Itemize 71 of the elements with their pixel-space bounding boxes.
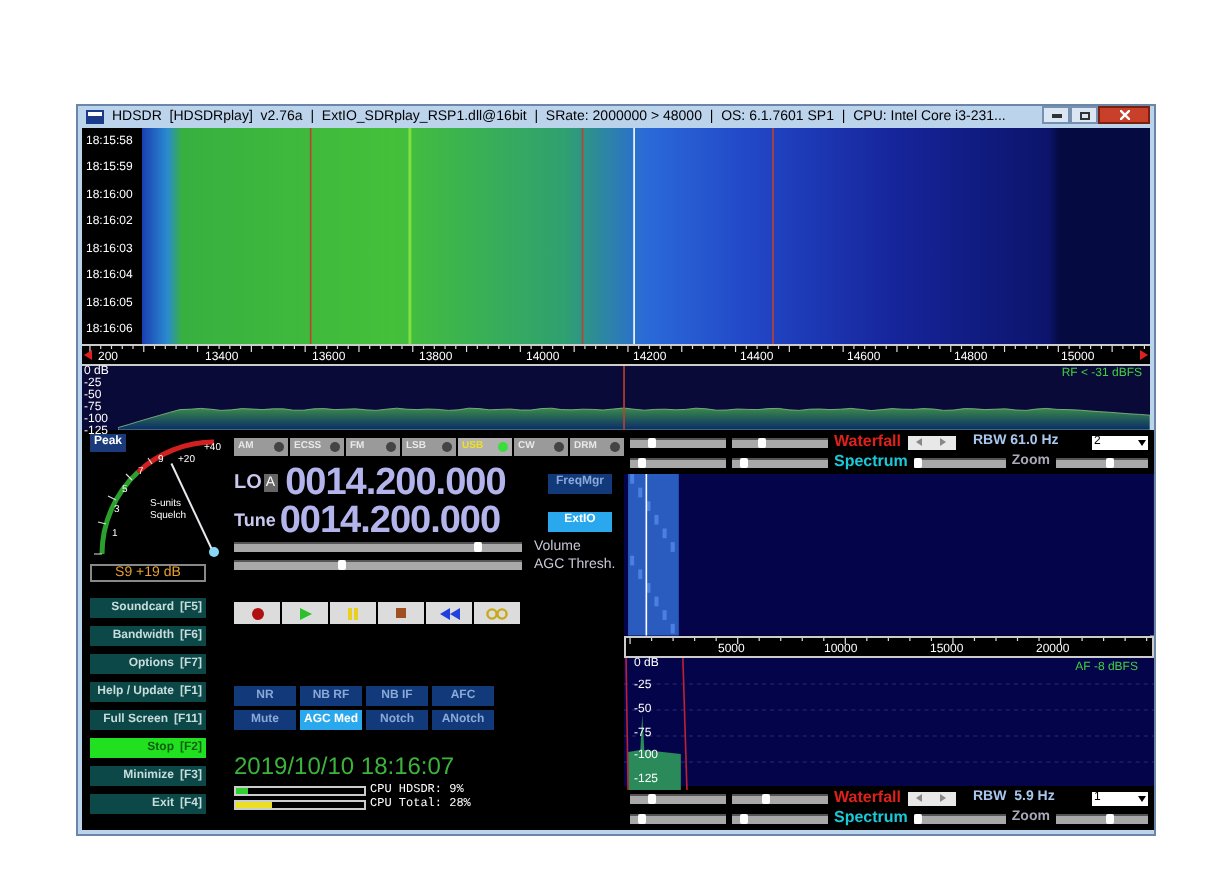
slider[interactable] — [630, 813, 726, 823]
spectrum-label: Spectrum — [834, 454, 908, 470]
app-icon — [86, 110, 104, 124]
tune-label: Tune — [234, 507, 276, 534]
slider-thumb[interactable] — [1106, 813, 1115, 823]
left-arrow-icon — [916, 794, 922, 802]
left-arrow-icon — [916, 438, 922, 446]
loop-icon — [486, 607, 508, 619]
minimize-button[interactable] — [1042, 106, 1070, 124]
tune-frequency: 0014.200.000 — [279, 504, 501, 538]
zoom-slider[interactable] — [1055, 457, 1148, 467]
s-meter-dial-drawing — [90, 434, 222, 558]
slider-thumb[interactable] — [638, 457, 647, 467]
maximize-icon — [1079, 111, 1089, 119]
dropdown-caret-icon — [1137, 439, 1146, 445]
slider-thumb[interactable] — [647, 437, 656, 447]
close-button[interactable] — [1098, 106, 1150, 124]
slider-thumb[interactable] — [913, 813, 922, 823]
led-icon — [330, 442, 340, 452]
slider[interactable] — [630, 793, 726, 803]
slider-thumb[interactable] — [647, 793, 656, 803]
slider[interactable] — [234, 560, 522, 570]
led-icon — [274, 442, 284, 452]
slider[interactable] — [732, 793, 828, 803]
led-icon — [498, 442, 508, 452]
slider-thumb[interactable] — [740, 813, 749, 823]
waterfall-label: Waterfall — [834, 790, 901, 806]
led-icon — [386, 442, 396, 452]
arrow-buttons[interactable] — [907, 435, 955, 449]
lo-label: LO — [234, 470, 262, 498]
stop-icon — [396, 608, 406, 618]
slider-thumb[interactable] — [913, 457, 922, 467]
slider[interactable] — [732, 813, 828, 823]
arrow-buttons[interactable] — [907, 791, 955, 805]
slider-thumb[interactable] — [474, 542, 483, 552]
led-icon — [554, 442, 564, 452]
slider-thumb[interactable] — [337, 560, 346, 570]
slider[interactable] — [630, 457, 726, 467]
lo-frequency: 0014.200.000 — [285, 466, 506, 500]
minimize-icon — [1051, 113, 1061, 117]
pause-icon — [348, 607, 358, 619]
right-arrow-icon — [940, 794, 946, 802]
marker-icon — [1140, 350, 1148, 360]
slider-thumb[interactable] — [740, 457, 749, 467]
marker-icon — [84, 350, 92, 360]
close-icon — [1119, 110, 1129, 120]
maximize-button[interactable] — [1070, 106, 1098, 124]
dropdown-caret-icon — [1137, 795, 1146, 801]
slider[interactable] — [234, 542, 522, 552]
record-icon — [251, 607, 263, 619]
slider[interactable] — [913, 813, 1006, 823]
transport-button[interactable] — [426, 602, 472, 624]
waterfall-label: Waterfall — [834, 434, 901, 450]
slider[interactable] — [732, 457, 828, 467]
right-arrow-icon — [940, 438, 946, 446]
zoom-slider[interactable] — [1055, 813, 1148, 823]
transport-button[interactable] — [378, 602, 424, 624]
rewind-icon — [439, 607, 459, 619]
slider[interactable] — [630, 437, 726, 447]
transport-button[interactable] — [234, 602, 280, 624]
play-icon — [299, 607, 311, 619]
date-time: 2019/10/10 18:16:07 — [234, 754, 457, 780]
slider-thumb[interactable] — [638, 813, 647, 823]
led-icon — [442, 442, 452, 452]
slider-thumb[interactable] — [1106, 457, 1115, 467]
slider[interactable] — [732, 437, 828, 447]
slider-thumb[interactable] — [758, 437, 767, 447]
slider-thumb[interactable] — [762, 793, 771, 803]
spectrum-label: Spectrum — [834, 810, 908, 826]
led-icon — [610, 442, 620, 452]
slider[interactable] — [913, 457, 1006, 467]
